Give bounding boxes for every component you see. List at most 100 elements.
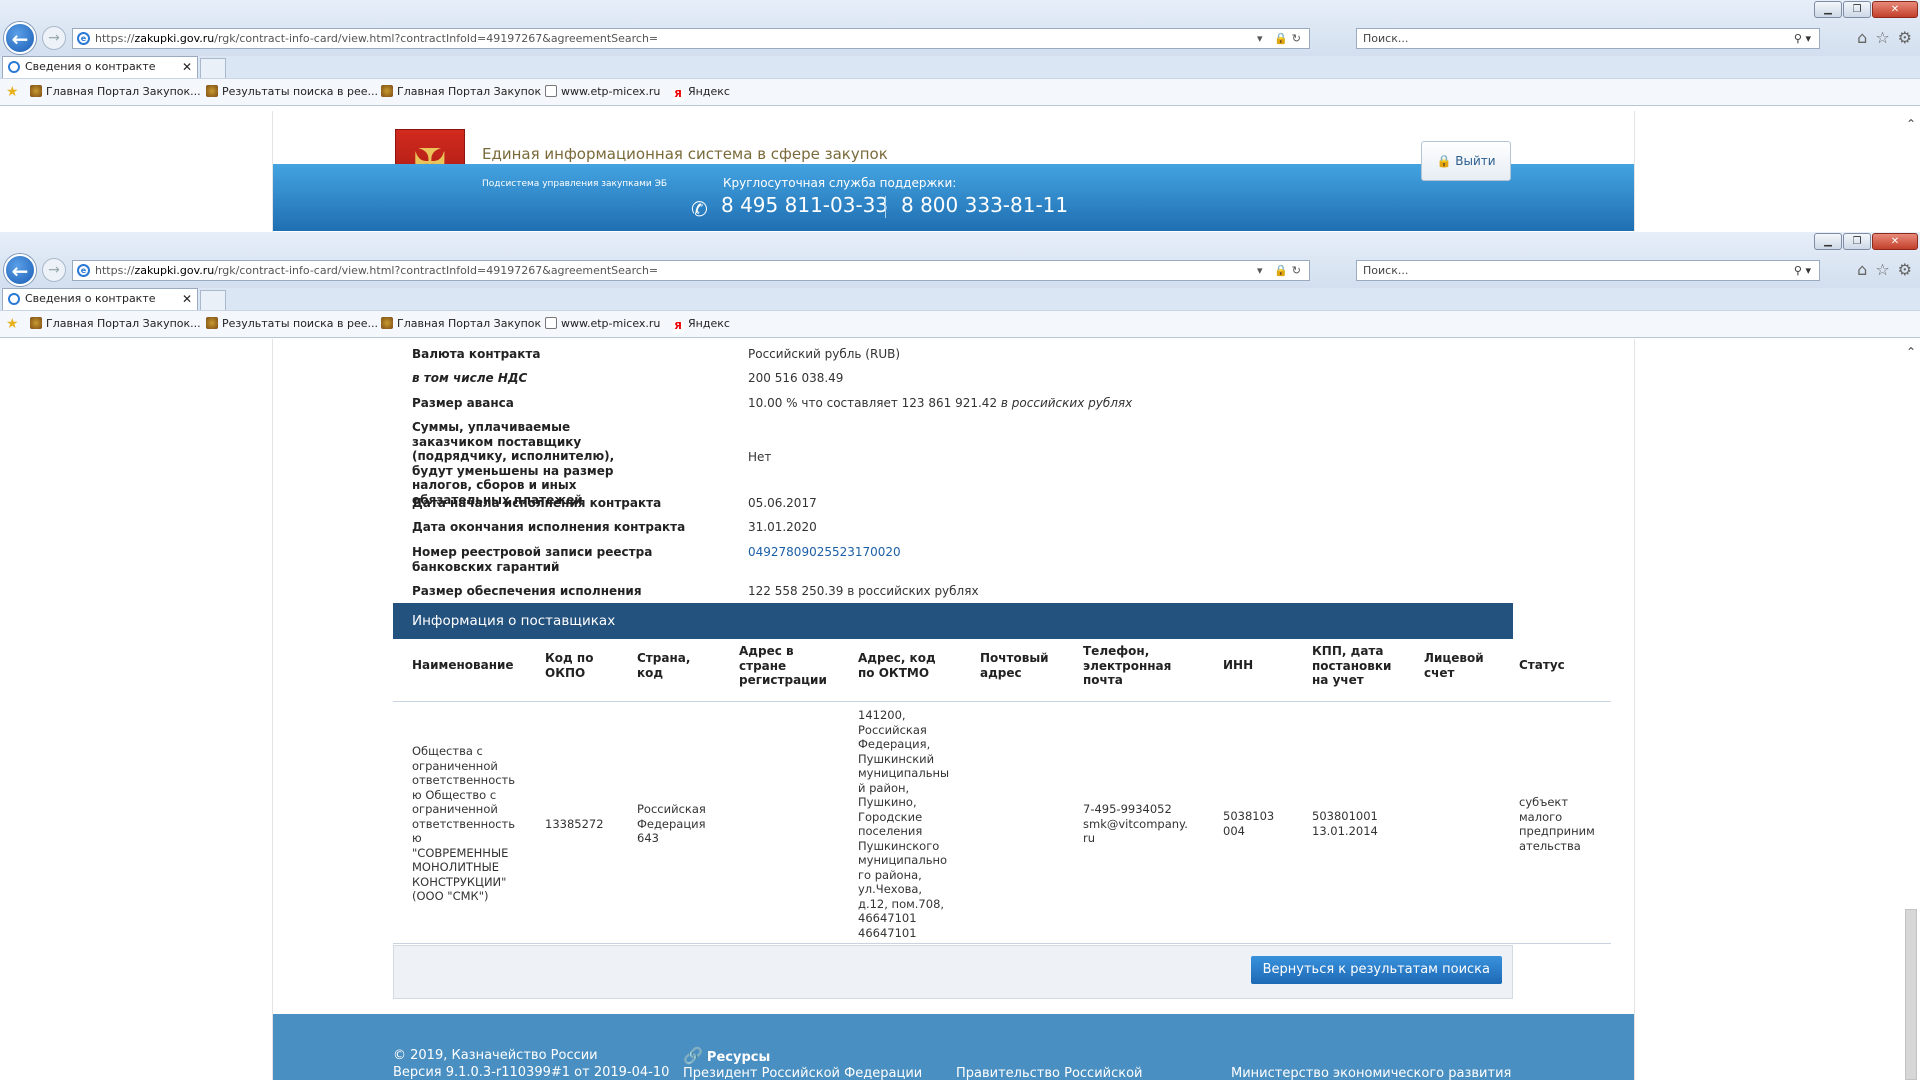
- supplier-phone-email: 7-495-9934052 smk@vitcompany. ru: [1083, 802, 1188, 845]
- footer-link-government[interactable]: Правительство Российской: [956, 1066, 1143, 1080]
- row-value: 122 558 250.39 в российских рублях: [748, 584, 979, 598]
- hotline-label: Круглосуточная служба поддержки:: [723, 176, 957, 190]
- scrollbar-top[interactable]: ⌃: [1903, 111, 1920, 231]
- eagle-icon: [381, 85, 393, 97]
- dropdown-icon: ▾: [1257, 32, 1267, 45]
- site-title: Единая информационная система в сфере за…: [482, 145, 888, 163]
- row-label: Дата окончания исполнения контракта: [412, 520, 686, 534]
- close-button[interactable]: ✕: [1872, 233, 1918, 250]
- gear-icon[interactable]: ⚙: [1898, 28, 1912, 47]
- page-icon: [545, 85, 557, 97]
- footer-link-ministry[interactable]: Министерство экономического развития: [1231, 1066, 1511, 1080]
- close-tab-icon[interactable]: ✕: [182, 57, 192, 77]
- address-bar[interactable]: e https://zakupki.gov.ru/rgk/contract-in…: [72, 28, 1310, 49]
- address-controls[interactable]: ▾ 🔒↻: [1257, 261, 1305, 280]
- url-prefix: https://: [95, 32, 135, 45]
- footer-info: © 2019, Казначейство России Версия 9.1.0…: [393, 1047, 669, 1080]
- logout-button[interactable]: 🔒 Выйти: [1421, 141, 1511, 181]
- address-bar[interactable]: e https://zakupki.gov.ru/rgk/contract-in…: [72, 260, 1310, 281]
- lock-icon: 🔒: [1436, 154, 1456, 168]
- url-path: /rgk/contract-info-card/view.html?contra…: [214, 264, 659, 277]
- back-arrow-icon: ←: [11, 259, 29, 283]
- back-button[interactable]: ←: [4, 254, 36, 286]
- row-label: Дата начала исполнения контракта: [412, 496, 662, 510]
- tab-contract-info[interactable]: Сведения о контракте ✕: [2, 56, 198, 78]
- resources-heading: 🔗 Ресурсы: [683, 1046, 771, 1065]
- actions-panel: Вернуться к результатам поиска: [393, 945, 1513, 999]
- row-value: 10.00 % что составляет 123 861 921.42 в …: [748, 396, 1133, 410]
- eagle-icon: [206, 317, 218, 329]
- search-box[interactable]: Поиск... ⚲ ▾: [1356, 260, 1820, 281]
- favorites-star-icon[interactable]: ★: [6, 79, 19, 105]
- eagle-icon: [30, 85, 42, 97]
- favorites-star-icon[interactable]: ★: [6, 311, 19, 337]
- back-arrow-icon: ←: [11, 27, 29, 51]
- favorites-star-icon[interactable]: ☆: [1875, 260, 1889, 279]
- supplier-status: субъект малого предприним ательства: [1519, 795, 1595, 853]
- browser-chrome: ▁ ❐ ✕ ← → e https://zakupki.gov.ru/rgk/c…: [0, 0, 1920, 106]
- favorite-link[interactable]: Главная Портал Закупок: [381, 311, 541, 337]
- ie-tab-icon: [8, 61, 20, 73]
- bank-guarantee-link[interactable]: 04927809025523170020: [748, 545, 901, 559]
- supplier-name: Общества с ограниченной ответственность …: [412, 744, 516, 903]
- minimize-button[interactable]: ▁: [1814, 1, 1842, 18]
- dropdown-icon: ▾: [1257, 264, 1267, 277]
- row-value: 31.01.2020: [748, 520, 817, 534]
- scrollbar-bottom[interactable]: ⌃: [1903, 339, 1920, 1080]
- restore-button[interactable]: ❐: [1843, 1, 1871, 18]
- ie-page-icon: e: [77, 32, 90, 45]
- address-controls[interactable]: ▾ 🔒↻: [1257, 29, 1305, 48]
- favorite-link[interactable]: Я Яндекс: [672, 311, 730, 337]
- forward-button[interactable]: →: [42, 258, 66, 282]
- supplier-country: Российская Федерация 643: [637, 802, 706, 845]
- new-tab-button[interactable]: [200, 290, 226, 310]
- favorite-link[interactable]: Главная Портал Закупок...: [30, 311, 201, 337]
- favorite-link[interactable]: Я Яндекс: [672, 79, 730, 105]
- browser-tools: ⌂ ☆ ⚙: [1857, 28, 1912, 47]
- gear-icon[interactable]: ⚙: [1898, 260, 1912, 279]
- favorite-link[interactable]: Результаты поиска в рее...: [206, 79, 378, 105]
- contract-page: Валюта контракта Российский рубль (RUB) …: [272, 339, 1635, 1080]
- copyright: © 2019, Казначейство России: [393, 1048, 598, 1063]
- forward-arrow-icon: →: [48, 262, 60, 278]
- column-header-kpp: КПП, дата постановки на учет: [1312, 644, 1392, 687]
- url-prefix: https://: [95, 264, 135, 277]
- search-box[interactable]: Поиск... ⚲ ▾: [1356, 28, 1820, 49]
- home-icon[interactable]: ⌂: [1857, 260, 1867, 279]
- back-button[interactable]: ←: [4, 22, 36, 54]
- footer-link-president[interactable]: Президент Российской Федерации: [683, 1066, 922, 1080]
- new-tab-button[interactable]: [200, 58, 226, 78]
- eagle-icon: [206, 85, 218, 97]
- scroll-thumb[interactable]: [1905, 909, 1917, 1080]
- forward-button[interactable]: →: [42, 26, 66, 50]
- minimize-button[interactable]: ▁: [1814, 233, 1842, 250]
- column-header-inn: ИНН: [1223, 658, 1254, 672]
- home-icon[interactable]: ⌂: [1857, 28, 1867, 47]
- column-header-postal: Почтовый адрес: [980, 651, 1049, 680]
- row-value: 04927809025523170020: [748, 545, 901, 559]
- back-to-results-button[interactable]: Вернуться к результатам поиска: [1250, 956, 1502, 984]
- scroll-up-icon[interactable]: ⌃: [1906, 117, 1916, 131]
- restore-button[interactable]: ❐: [1843, 233, 1871, 250]
- close-button[interactable]: ✕: [1872, 1, 1918, 18]
- favorites-star-icon[interactable]: ☆: [1875, 28, 1889, 47]
- favorite-link[interactable]: www.etp-micex.ru: [545, 311, 660, 337]
- favorite-link[interactable]: Главная Портал Закупок: [381, 79, 541, 105]
- favorite-link[interactable]: Результаты поиска в рее...: [206, 311, 378, 337]
- favorite-link[interactable]: Главная Портал Закупок...: [30, 79, 201, 105]
- column-header-okpo: Код по ОКПО: [545, 651, 594, 680]
- search-icon[interactable]: ⚲ ▾: [1794, 261, 1811, 280]
- url-path: /rgk/contract-info-card/view.html?contra…: [214, 32, 659, 45]
- column-header-status: Статус: [1519, 658, 1565, 672]
- hotline-phone-1: 8 495 811-03-33: [721, 193, 889, 217]
- close-tab-icon[interactable]: ✕: [182, 289, 192, 309]
- scroll-up-icon[interactable]: ⌃: [1906, 345, 1916, 359]
- refresh-icon: ↻: [1291, 32, 1305, 45]
- forward-arrow-icon: →: [48, 30, 60, 46]
- browser-window-top: ▁ ❐ ✕ ← → e https://zakupki.gov.ru/rgk/c…: [0, 0, 1920, 231]
- table-divider: [393, 943, 1611, 944]
- favorite-link[interactable]: www.etp-micex.ru: [545, 79, 660, 105]
- tab-contract-info[interactable]: Сведения о контракте ✕: [2, 288, 198, 310]
- yandex-icon: Я: [672, 89, 684, 101]
- search-icon[interactable]: ⚲ ▾: [1794, 29, 1811, 48]
